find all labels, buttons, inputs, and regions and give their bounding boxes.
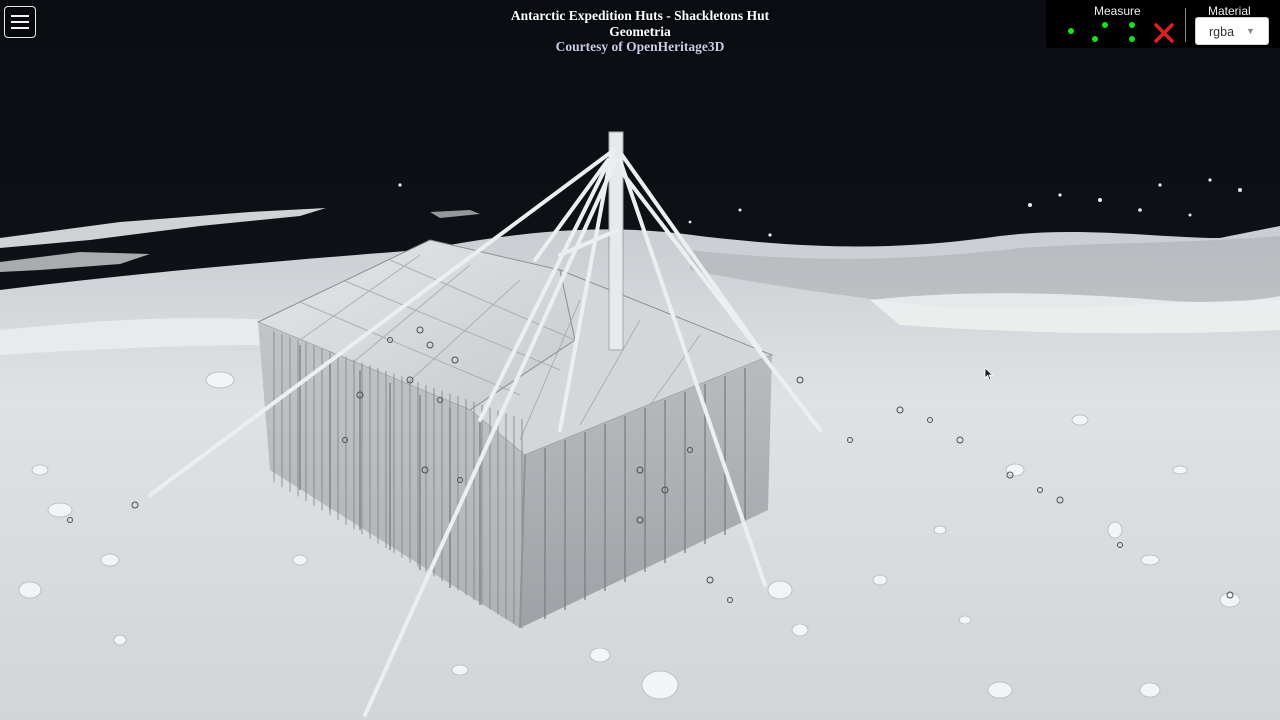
courtesy-credit: Courtesy of OpenHeritage3D [555, 39, 725, 54]
chevron-down-icon: ▼ [1246, 26, 1255, 36]
tool-panel: Measure Material rgba ▼ [1046, 0, 1280, 48]
close-icon[interactable] [1153, 22, 1175, 44]
material-select-value: rgba [1209, 25, 1235, 39]
material-select[interactable]: rgba ▼ [1195, 17, 1269, 45]
hamburger-menu-icon[interactable] [4, 6, 36, 38]
measure-dot [1068, 28, 1074, 34]
measure-label: Measure [1094, 4, 1141, 18]
material-label: Material [1208, 4, 1251, 18]
scene-title: Antarctic Expedition Huts - Shackletons … [510, 8, 770, 23]
measure-dot [1129, 22, 1135, 28]
measure-dot [1102, 22, 1108, 28]
panel-divider [1185, 8, 1186, 42]
scene-subtitle: Geometria [609, 23, 671, 39]
point-measure-icon[interactable] [1066, 26, 1076, 36]
menu-bar [11, 15, 29, 17]
scene-title-block: Antarctic Expedition Huts - Shackletons … [340, 8, 940, 55]
distance-measure-icon[interactable] [1090, 20, 1110, 44]
area-measure-icon[interactable] [1126, 20, 1138, 44]
measure-dot [1129, 36, 1135, 42]
mouse-cursor-icon [984, 367, 994, 381]
menu-bar [11, 27, 29, 29]
menu-bar [11, 21, 29, 23]
point-cloud-viewport[interactable] [0, 0, 1280, 720]
measure-dot [1092, 36, 1098, 42]
